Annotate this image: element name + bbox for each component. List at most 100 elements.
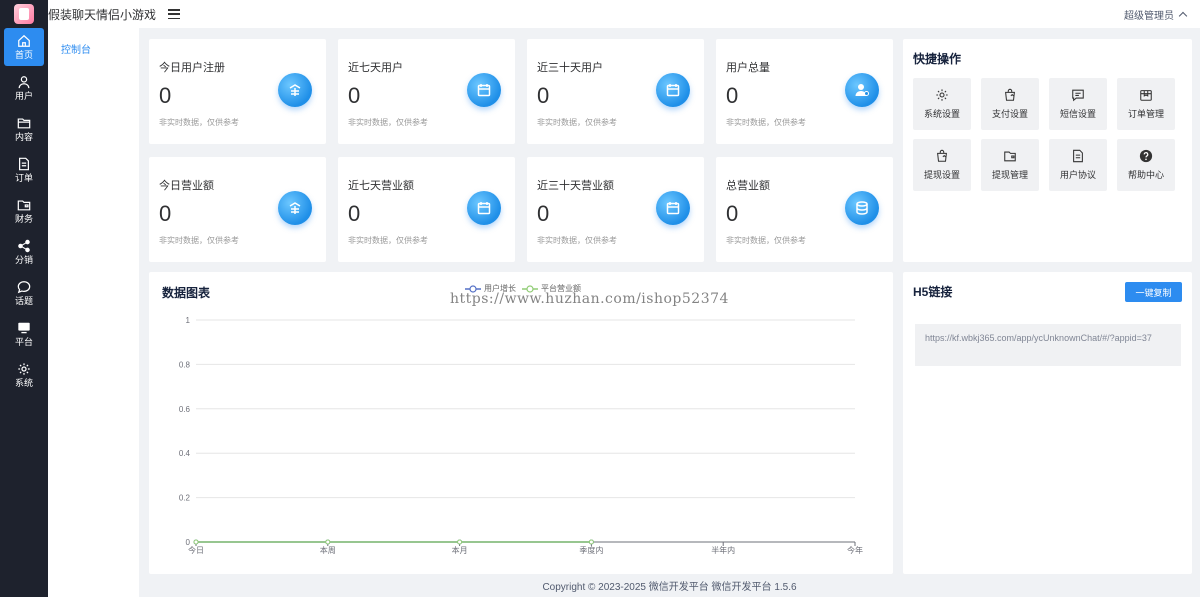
quick-label: 系统设置 <box>923 109 960 119</box>
quick-withdraw-settings-button[interactable]: 提现设置 <box>913 139 971 191</box>
top-bar: 假装聊天情侣小游戏 超级管理员 <box>48 0 1200 28</box>
rail-item-home[interactable]: 首页 <box>4 28 44 66</box>
rail-label: 订单 <box>14 173 33 183</box>
wallet-icon <box>17 200 31 211</box>
stat-note: 非实时数据，仅供参考 <box>537 236 617 245</box>
x-tick-label: 本周 <box>320 545 336 555</box>
rail-label: 首页 <box>14 50 33 60</box>
stat-value: 0 <box>726 83 739 108</box>
rail-item-topics[interactable]: 话题 <box>4 274 44 312</box>
coin-icon <box>278 73 312 107</box>
message-icon <box>1072 89 1084 102</box>
x-tick-label: 季度内 <box>579 545 603 555</box>
quick-label: 帮助中心 <box>1127 170 1164 180</box>
quick-order-management-button[interactable]: 订单管理 <box>1117 78 1175 130</box>
app-title: 假装聊天情侣小游戏 <box>48 7 157 22</box>
quick-payment-settings-button[interactable]: 支付设置 <box>981 78 1039 130</box>
bag-icon <box>937 149 947 162</box>
package-icon <box>1140 90 1152 101</box>
quick-label: 支付设置 <box>991 109 1028 119</box>
rail-item-user[interactable]: 用户 <box>4 69 44 107</box>
stat-value: 0 <box>348 201 361 226</box>
rail-item-finance[interactable]: 财务 <box>4 192 44 230</box>
user-menu[interactable]: 超级管理员 <box>1124 0 1188 28</box>
main-nav-rail: 首页 用户 内容 订单 财务 分销 话题 平台 系统 <box>0 0 48 597</box>
menu-toggle-icon[interactable] <box>168 9 181 19</box>
stat-note: 非实时数据，仅供参考 <box>726 236 806 245</box>
rail-item-orders[interactable]: 订单 <box>4 151 44 189</box>
gear-icon <box>18 363 30 375</box>
quick-actions-grid: 系统设置 支付设置 短信设置 订单管理 提现设置 提现管理 用户协议 帮助中心 <box>913 78 1175 191</box>
document-icon <box>19 157 29 171</box>
y-tick-label: 0.2 <box>179 494 191 503</box>
stat-value: 0 <box>537 83 550 108</box>
stat-value: 0 <box>159 201 172 226</box>
quick-label: 提现管理 <box>991 170 1028 180</box>
user-add-icon <box>845 73 879 107</box>
calendar-icon <box>656 73 690 107</box>
quick-user-agreement-button[interactable]: 用户协议 <box>1049 139 1107 191</box>
rail-label: 系统 <box>14 378 33 388</box>
y-tick-label: 0.6 <box>179 405 191 414</box>
rail-label: 分销 <box>14 255 33 265</box>
y-tick-label: 1 <box>186 316 191 325</box>
stat-card: 近七天用户 0 非实时数据，仅供参考 <box>338 39 515 144</box>
stat-card: 今日用户注册 0 非实时数据，仅供参考 <box>149 39 326 144</box>
rail-item-distribution[interactable]: 分销 <box>4 233 44 271</box>
data-point <box>193 539 199 545</box>
stat-title: 近七天用户 <box>348 62 403 74</box>
quick-system-settings-button[interactable]: 系统设置 <box>913 78 971 130</box>
quick-label: 提现设置 <box>923 170 960 180</box>
calendar-icon <box>467 191 501 225</box>
rail-item-system[interactable]: 系统 <box>4 356 44 394</box>
quick-label: 订单管理 <box>1127 109 1164 119</box>
calendar-icon <box>467 73 501 107</box>
stat-card: 今日营业额 0 非实时数据，仅供参考 <box>149 157 326 262</box>
share-icon <box>18 239 30 253</box>
stat-title: 总营业额 <box>726 180 770 192</box>
stat-note: 非实时数据，仅供参考 <box>537 118 617 127</box>
quick-help-center-button[interactable]: 帮助中心 <box>1117 139 1175 191</box>
stat-card: 总营业额 0 非实时数据，仅供参考 <box>716 157 893 262</box>
stat-value: 0 <box>726 201 739 226</box>
app-logo <box>0 0 48 28</box>
wallet-icon <box>1004 151 1016 162</box>
stat-card: 近七天营业额 0 非实时数据，仅供参考 <box>338 157 515 262</box>
data-point <box>325 539 331 545</box>
submenu-item-dashboard[interactable]: 控制台 <box>48 28 139 56</box>
stat-note: 非实时数据，仅供参考 <box>159 236 239 245</box>
stat-title: 近三十天用户 <box>537 62 603 74</box>
database-icon <box>845 191 879 225</box>
gear-icon <box>936 89 948 101</box>
help-icon <box>1139 149 1153 163</box>
x-tick-label: 本月 <box>452 545 468 555</box>
h5-url-field[interactable]: https://kf.wbkj365.com/app/ycUnknownChat… <box>915 324 1181 366</box>
rail-item-platform[interactable]: 平台 <box>4 315 44 353</box>
stat-title: 近三十天营业额 <box>537 180 614 192</box>
rail-label: 话题 <box>14 296 33 306</box>
stat-title: 近七天营业额 <box>348 180 414 192</box>
quick-sms-settings-button[interactable]: 短信设置 <box>1049 78 1107 130</box>
rail-item-content[interactable]: 内容 <box>4 110 44 148</box>
sub-sidebar: 控制台 <box>48 28 139 597</box>
h5-link-panel: H5链接 一键复制 https://kf.wbkj365.com/app/ycU… <box>903 272 1192 574</box>
rail-label: 平台 <box>14 337 33 347</box>
rail-label: 内容 <box>14 132 33 142</box>
line-chart: 00.20.40.60.81今日 本周 本月 季度内 半年内 今年 <box>179 316 863 555</box>
copy-link-button[interactable]: 一键复制 <box>1125 282 1182 302</box>
stat-card: 近三十天用户 0 非实时数据，仅供参考 <box>527 39 704 144</box>
stat-note: 非实时数据，仅供参考 <box>348 118 428 127</box>
stat-title: 今日营业额 <box>159 180 214 192</box>
y-tick-label: 0.8 <box>179 360 191 369</box>
coin-icon <box>278 191 312 225</box>
chart-panel: 数据图表 用户增长 平台营业额 https://www.huzhan.com/i… <box>149 272 893 574</box>
rail-label: 用户 <box>14 91 33 101</box>
chevron-up-icon <box>1178 11 1188 20</box>
panel-title: 快捷操作 <box>913 52 962 66</box>
quick-withdraw-management-button[interactable]: 提现管理 <box>981 139 1039 191</box>
stat-note: 非实时数据，仅供参考 <box>726 118 806 127</box>
user-name: 超级管理员 <box>1124 10 1174 22</box>
bag-icon <box>1005 88 1015 101</box>
stat-title: 用户总量 <box>726 62 770 74</box>
y-tick-label: 0.4 <box>179 449 191 458</box>
